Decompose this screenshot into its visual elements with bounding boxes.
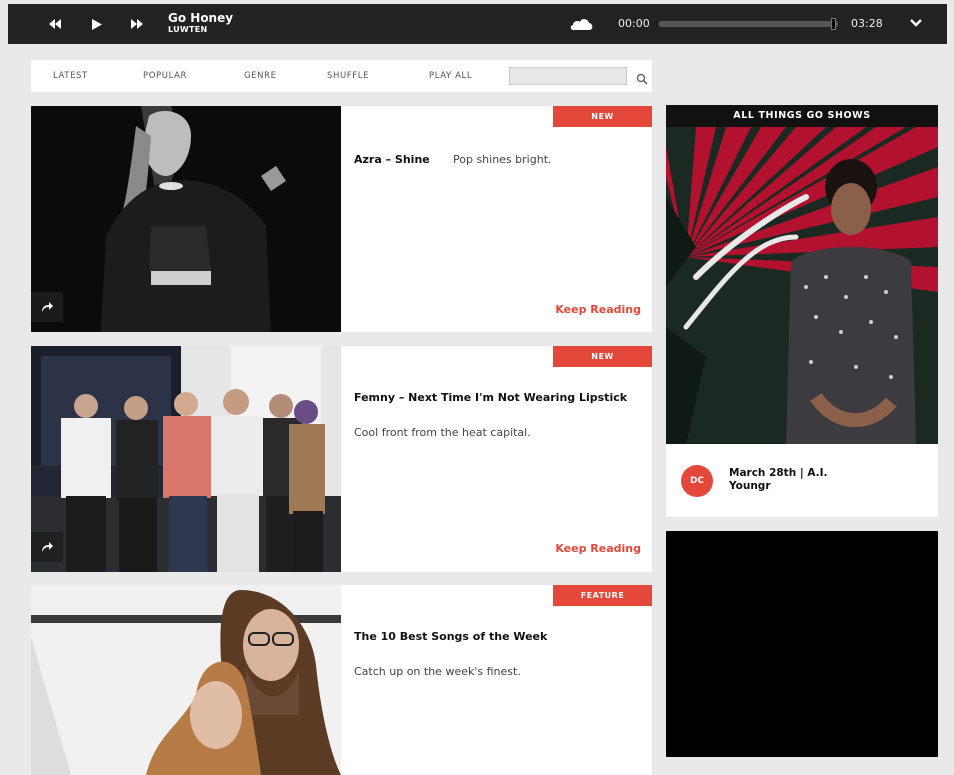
soundcloud-icon[interactable] <box>570 16 594 30</box>
post-card: NEW Azra – Shine Pop shines bright. Keep… <box>31 106 652 332</box>
post-card: FEATURE The 10 Best Songs of the Week Ca… <box>31 585 652 775</box>
nav-genre[interactable]: GENRE <box>244 71 277 81</box>
track-title[interactable]: Go Honey <box>168 11 233 25</box>
post-description: Cool front from the heat capital. <box>354 426 531 439</box>
share-icon[interactable] <box>31 292 63 322</box>
post-image[interactable] <box>31 106 341 332</box>
post-badge: FEATURE <box>553 585 652 606</box>
audio-player-bar: Go Honey LUWTEN 00:00 03:28 <box>8 4 947 44</box>
post-description: Catch up on the week's finest. <box>354 665 521 678</box>
fast-forward-icon[interactable] <box>126 14 148 34</box>
rewind-icon[interactable] <box>44 14 66 34</box>
post-title[interactable]: The 10 Best Songs of the Week <box>354 630 547 643</box>
post-title[interactable]: Femny – Next Time I'm Not Wearing Lipsti… <box>354 391 627 404</box>
keep-reading-link[interactable]: Keep Reading <box>555 303 641 316</box>
time-current: 00:00 <box>618 17 650 30</box>
progress-handle[interactable] <box>831 18 836 30</box>
nav-play-all[interactable]: PLAY ALL <box>429 71 472 81</box>
sidebar-media-embed[interactable] <box>666 531 938 757</box>
event-city-badge: DC <box>681 465 713 497</box>
nav-latest[interactable]: LATEST <box>53 71 88 81</box>
post-image[interactable] <box>31 346 341 572</box>
post-description: Pop shines bright. <box>453 153 552 166</box>
event-date-title[interactable]: March 28th | A.I. <box>729 467 828 479</box>
category-nav: LATEST POPULAR GENRE SHUFFLE PLAY ALL <box>31 60 652 92</box>
nav-shuffle[interactable]: SHUFFLE <box>327 71 369 81</box>
play-icon[interactable] <box>86 14 108 34</box>
search-input[interactable] <box>509 67 627 85</box>
post-title[interactable]: Azra – Shine <box>354 153 430 166</box>
shows-title: ALL THINGS GO SHOWS <box>666 105 938 127</box>
share-icon[interactable] <box>31 532 63 562</box>
track-artist[interactable]: LUWTEN <box>168 25 208 34</box>
post-badge: NEW <box>553 346 652 367</box>
show-image[interactable] <box>666 127 938 444</box>
nav-popular[interactable]: POPULAR <box>143 71 187 81</box>
post-badge: NEW <box>553 106 652 127</box>
shows-widget: ALL THINGS GO SHOWS DC March 28th | A.I.… <box>666 105 938 517</box>
post-image[interactable] <box>31 585 341 775</box>
event-artist[interactable]: Youngr <box>729 480 771 492</box>
keep-reading-link[interactable]: Keep Reading <box>555 542 641 555</box>
search-icon[interactable] <box>636 70 648 85</box>
post-card: NEW Femny – Next Time I'm Not Wearing Li… <box>31 346 652 572</box>
time-total: 03:28 <box>851 17 883 30</box>
chevron-down-icon[interactable] <box>908 14 924 32</box>
progress-track[interactable] <box>659 21 838 27</box>
